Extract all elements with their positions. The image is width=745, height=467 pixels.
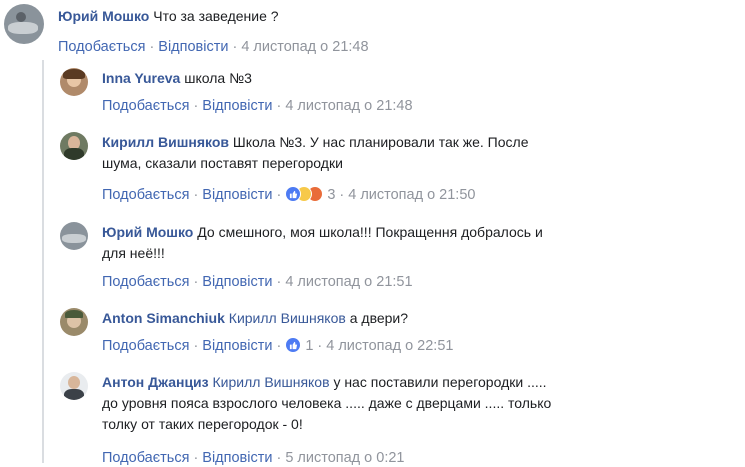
avatar[interactable] [60,222,88,250]
reactions-count[interactable]: 3 [327,187,335,203]
separator-dot: · [339,187,345,203]
avatar[interactable] [60,68,88,96]
comment-text-line: шума, сказали поставят перегородки [102,155,343,171]
comment-author[interactable]: Антон Джанциз [102,374,209,390]
avatar[interactable] [60,372,88,400]
comment-text-line: До смешного, моя школа!!! Покращення доб… [197,224,543,240]
comment-author[interactable]: Юрий Мошко [102,224,193,240]
reply-button[interactable]: Відповісти [202,274,272,290]
comment-actions: Подобається · Відповісти · 4 листопад о 21:4… [102,97,413,115]
comment-author[interactable]: Кирилл Вишняков [102,134,229,150]
reply-button[interactable]: Відповісти [202,187,272,203]
separator-dot: · [193,274,199,290]
like-button[interactable]: Подобається [102,187,189,203]
comment-text-line: для неё!!! [102,245,165,261]
reply-button[interactable]: Відповісти [202,338,272,354]
comment-text-line: толку от таких перегородок - 0! [102,416,303,432]
separator-dot: · [317,338,323,354]
comment-text: школа №3 [184,70,252,86]
separator-dot: · [276,187,282,203]
reply-item: Inna Yureva школа №3 Подобається · Відпові… [0,62,745,120]
comment-timestamp[interactable]: 4 листопад о 21:48 [241,39,368,55]
reply-item: Кирилл Вишняков Школа №3. У нас планиров… [0,126,745,210]
reply-item: Anton Simanchiuk Кирилл Вишняков а двери… [0,302,745,362]
separator-dot: · [193,98,199,114]
reply-item: Антон Джанциз Кирилл Вишняков у нас пост… [0,366,745,466]
like-button[interactable]: Подобається [58,39,145,55]
separator-dot: · [149,39,155,55]
reactions-summary[interactable] [285,186,325,202]
comment-text-line: у нас поставили перегородки ..... [333,374,547,390]
separator-dot: · [193,450,199,466]
comment-text-line: до уровня пояса взрослого человека .....… [102,395,552,411]
separator-dot: · [276,450,282,466]
avatar[interactable] [4,4,44,44]
like-button[interactable]: Подобається [102,450,189,466]
comment-item: Юрий Мошко Что за заведение ? Подобаєтьс… [0,0,745,60]
like-button[interactable]: Подобається [102,274,189,290]
comment-author[interactable]: Юрий Мошко [58,8,149,24]
separator-dot: · [276,338,282,354]
comment-author[interactable]: Anton Simanchiuk [102,310,225,326]
reply-button[interactable]: Відповісти [202,98,272,114]
separator-dot: · [232,39,238,55]
avatar[interactable] [60,132,88,160]
reply-button[interactable]: Відповісти [202,450,272,466]
mention-link[interactable]: Кирилл Вишняков [229,310,346,326]
reactions-summary[interactable] [285,337,303,353]
separator-dot: · [193,187,199,203]
comment-actions: Подобається · Відповісти · 5 листопад о 0:21 [102,449,404,467]
separator-dot: · [276,274,282,290]
comment-timestamp[interactable]: 4 листопад о 22:51 [326,338,453,354]
comment-actions: Подобається · Відповісти · 1 · 4 листопад о 2… [102,337,453,355]
comment-actions: Подобається · Відповісти · 3 · 4 листопад о 2… [102,186,475,204]
separator-dot: · [193,338,199,354]
reactions-count[interactable]: 1 [305,338,313,354]
comment-actions: Подобається · Відповісти · 4 листопад о 21:5… [102,273,413,291]
mention-link[interactable]: Кирилл Вишняков [213,374,330,390]
comment-text-line: Школа №3. У нас планировали так же. Посл… [232,134,529,150]
comment-timestamp[interactable]: 4 листопад о 21:50 [348,187,475,203]
comment-text: Что за заведение ? [153,8,279,24]
comment-text: а двери? [349,310,409,326]
comment-timestamp[interactable]: 4 листопад о 21:51 [285,274,412,290]
comment-timestamp[interactable]: 5 листопад о 0:21 [285,450,404,466]
like-icon [285,337,302,353]
reply-item: Юрий Мошко До смешного, моя школа!!! Пок… [0,216,745,300]
like-button[interactable]: Подобається [102,98,189,114]
like-button[interactable]: Подобається [102,338,189,354]
separator-dot: · [276,98,282,114]
reply-button[interactable]: Відповісти [158,39,228,55]
comment-author[interactable]: Inna Yureva [102,70,180,86]
avatar[interactable] [60,308,88,336]
comment-timestamp[interactable]: 4 листопад о 21:48 [285,98,412,114]
comment-actions: Подобається · Відповісти · 4 листопад о 21:4… [58,38,369,56]
